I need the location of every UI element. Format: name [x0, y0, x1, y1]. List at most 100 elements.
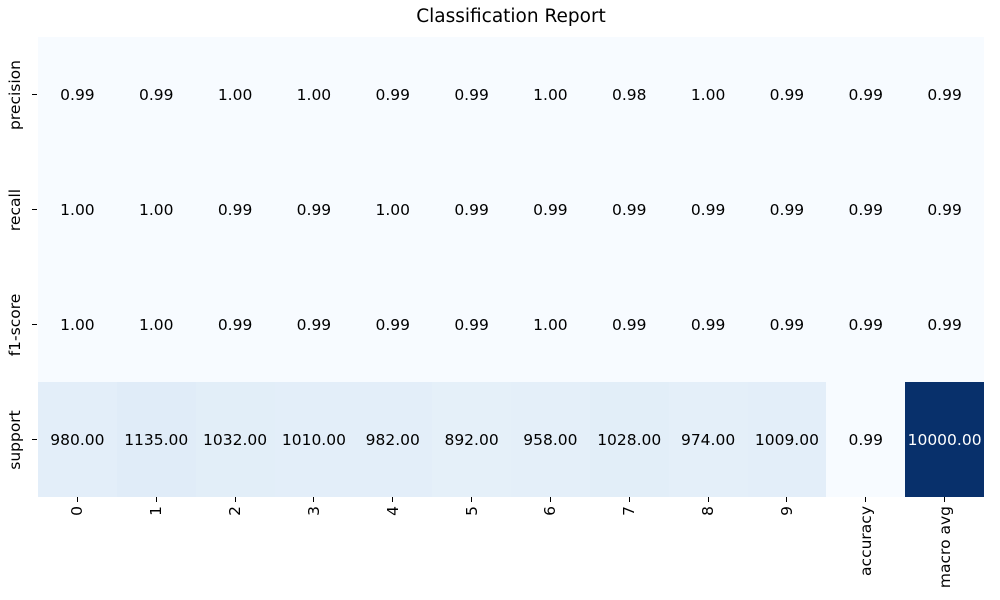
x-tick-mark [313, 497, 315, 502]
heatmap-cell-support-8: 974.00 [668, 382, 748, 497]
cell-annotation: 1028.00 [597, 430, 662, 449]
cell-annotation: 0.99 [454, 85, 489, 104]
cell-annotation: 1.00 [375, 200, 410, 219]
cell-annotation: 0.99 [690, 315, 726, 334]
x-tick-label-accuracy: accuracy [856, 506, 875, 576]
y-tick-label-support: support [6, 409, 24, 470]
cell-annotation: 1.00 [60, 200, 95, 219]
cell-annotation: 1.00 [296, 85, 332, 104]
x-tick-mark [707, 497, 709, 502]
cell-annotation: 1135.00 [124, 430, 189, 449]
heatmap-cell-precision-8: 1.00 [668, 37, 748, 152]
heatmap-cell-f1-score-macro-avg: 0.99 [905, 267, 984, 382]
heatmap-cell-recall-7: 0.99 [589, 152, 669, 267]
heatmap-cell-precision-4: 0.99 [353, 37, 433, 152]
heatmap-cell-precision-5: 0.99 [432, 37, 511, 152]
heatmap-cell-f1-score-4: 0.99 [353, 267, 433, 382]
heatmap-cell-support-7: 1028.00 [589, 382, 669, 497]
cell-annotation: 0.99 [296, 315, 332, 334]
y-tick-mark [32, 439, 37, 440]
cell-annotation: 1009.00 [754, 430, 819, 449]
cell-annotation: 0.99 [533, 200, 568, 219]
heatmap-cell-recall-0: 1.00 [38, 152, 117, 267]
y-tick-label-f1-score: f1-score [6, 293, 24, 356]
cell-annotation: 1.00 [60, 315, 95, 334]
heatmap-cell-precision-3: 1.00 [274, 37, 354, 152]
heatmap-cell-recall-1: 1.00 [116, 152, 196, 267]
heatmap-cell-recall-3: 0.99 [274, 152, 354, 267]
cell-annotation: 0.99 [769, 85, 805, 104]
cell-annotation: 0.99 [217, 315, 253, 334]
heatmap-cell-recall-8: 0.99 [668, 152, 748, 267]
x-tick-label-9: 9 [777, 506, 796, 516]
cell-annotation: 0.99 [375, 85, 410, 104]
x-tick-label-macro-avg: macro avg [935, 506, 954, 589]
heatmap-cell-support-accuracy: 0.99 [826, 382, 906, 497]
cell-annotation: 0.99 [848, 315, 883, 334]
cell-annotation: 0.99 [769, 200, 805, 219]
x-tick-mark [392, 497, 394, 502]
heatmap-cell-precision-macro-avg: 0.99 [905, 37, 984, 152]
heatmap-cell-precision-9: 0.99 [747, 37, 827, 152]
heatmap-cell-support-1: 1135.00 [116, 382, 196, 497]
heatmap-cell-support-0: 980.00 [38, 382, 117, 497]
heatmap-cell-f1-score-8: 0.99 [668, 267, 748, 382]
cell-annotation: 1032.00 [203, 430, 268, 449]
cell-annotation: 0.99 [138, 85, 174, 104]
cell-annotation: 1.00 [138, 200, 174, 219]
cell-annotation: 0.99 [769, 315, 805, 334]
heatmap-grid: 0.99 0.99 1.00 1.00 0.99 0.99 1.00 0.98 1.00 0.99… [38, 37, 984, 497]
cell-annotation: 0.99 [927, 315, 962, 334]
x-tick-mark [471, 497, 473, 502]
heatmap-cell-f1-score-7: 0.99 [589, 267, 669, 382]
heatmap-cell-precision-7: 0.98 [589, 37, 669, 152]
heatmap-cell-f1-score-6: 1.00 [511, 267, 590, 382]
heatmap-cell-recall-4: 1.00 [353, 152, 433, 267]
heatmap-cell-precision-2: 1.00 [195, 37, 275, 152]
heatmap-cell-recall-accuracy: 0.99 [826, 152, 906, 267]
x-tick-label-4: 4 [383, 506, 402, 516]
y-tick-mark [32, 94, 37, 95]
heatmap-cell-recall-5: 0.99 [432, 152, 511, 267]
cell-annotation: 0.99 [296, 200, 332, 219]
cell-annotation: 0.99 [848, 430, 883, 449]
x-tick-mark [865, 497, 867, 502]
x-tick-label-2: 2 [226, 506, 245, 516]
cell-annotation: 980.00 [50, 430, 105, 449]
heatmap-cell-recall-6: 0.99 [511, 152, 590, 267]
x-tick-label-7: 7 [620, 506, 639, 516]
cell-annotation: 0.99 [454, 200, 489, 219]
x-tick-label-3: 3 [304, 506, 323, 516]
heatmap-cell-recall-2: 0.99 [195, 152, 275, 267]
x-tick-label-5: 5 [462, 506, 481, 516]
cell-annotation: 1010.00 [281, 430, 346, 449]
cell-annotation: 958.00 [523, 430, 578, 449]
x-tick-label-6: 6 [541, 506, 560, 516]
x-tick-label-1: 1 [147, 506, 166, 516]
heatmap-cell-support-5: 892.00 [432, 382, 511, 497]
cell-annotation: 1.00 [690, 85, 726, 104]
heatmap-cell-f1-score-2: 0.99 [195, 267, 275, 382]
heatmap-cell-f1-score-5: 0.99 [432, 267, 511, 382]
heatmap-cell-support-2: 1032.00 [195, 382, 275, 497]
heatmap-cell-support-macro-avg: 10000.00 [905, 382, 984, 497]
classification-report-figure: Classification Report 0.99 0.99 1.00 1.00 0.… [0, 0, 1000, 600]
y-tick-label-recall: recall [6, 188, 24, 231]
x-tick-mark [234, 497, 236, 502]
x-tick-mark [549, 497, 551, 502]
y-tick-mark [32, 324, 37, 325]
cell-annotation: 982.00 [365, 430, 420, 449]
x-tick-mark [786, 497, 788, 502]
x-tick-mark [76, 497, 78, 502]
cell-annotation: 10000.00 [907, 430, 982, 449]
cell-annotation: 1.00 [533, 315, 568, 334]
cell-annotation: 974.00 [680, 430, 736, 449]
heatmap-cell-precision-1: 0.99 [116, 37, 196, 152]
cell-annotation: 0.99 [927, 200, 962, 219]
x-tick-mark [944, 497, 946, 502]
heatmap-cell-f1-score-9: 0.99 [747, 267, 827, 382]
y-tick-label-precision: precision [6, 59, 24, 130]
heatmap-cell-support-3: 1010.00 [274, 382, 354, 497]
heatmap-cell-f1-score-3: 0.99 [274, 267, 354, 382]
heatmap-cell-f1-score-accuracy: 0.99 [826, 267, 906, 382]
